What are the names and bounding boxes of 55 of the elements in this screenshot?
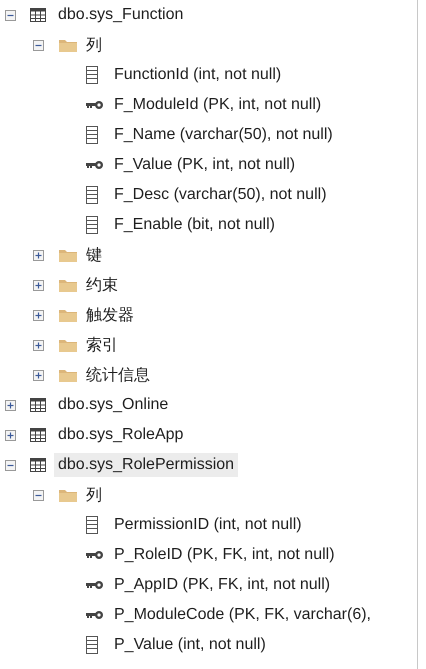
table-icon — [30, 427, 46, 443]
folder-icon — [58, 307, 78, 323]
key-icon — [86, 160, 104, 170]
column-icon — [86, 126, 98, 144]
expand-button[interactable] — [33, 250, 44, 260]
tree-item[interactable]: F_Name (varchar(50), not null) — [110, 123, 337, 147]
key-icon — [86, 610, 104, 620]
tree-item[interactable]: dbo.sys_RolePermission — [54, 453, 238, 477]
tree-item[interactable]: 触发器 — [82, 302, 138, 328]
tree-item[interactable]: P_Value (int, not null) — [110, 633, 270, 657]
folder-icon — [58, 337, 78, 353]
tree-item[interactable]: F_Enable (bit, not null) — [110, 213, 279, 237]
collapse-button[interactable] — [5, 10, 16, 20]
table-icon — [30, 457, 46, 473]
tree-item[interactable]: PermissionID (int, not null) — [110, 513, 306, 537]
expand-button[interactable] — [33, 280, 44, 290]
key-icon — [86, 580, 104, 590]
column-icon — [86, 636, 98, 654]
expand-button[interactable] — [33, 310, 44, 320]
tree-item[interactable]: P_RoleID (PK, FK, int, not null) — [110, 543, 339, 567]
key-icon — [86, 100, 104, 110]
collapse-button[interactable] — [33, 490, 44, 500]
expand-button[interactable] — [33, 340, 44, 350]
column-icon — [86, 216, 98, 234]
folder-icon — [58, 487, 78, 503]
collapse-button[interactable] — [5, 460, 16, 470]
tree-item[interactable]: FunctionId (int, not null) — [110, 63, 286, 87]
column-icon — [86, 186, 98, 204]
tree-item[interactable]: 列 — [82, 32, 106, 58]
column-icon — [86, 516, 98, 534]
tree-item[interactable]: dbo.sys_RoleApp — [54, 423, 188, 447]
table-icon — [30, 7, 46, 23]
tree-item[interactable]: 列 — [82, 482, 106, 508]
tree-item[interactable]: F_ModuleId (PK, int, not null) — [110, 93, 326, 117]
collapse-button[interactable] — [33, 40, 44, 50]
tree-item[interactable]: P_ModuleCode (PK, FK, varchar(6), — [110, 603, 375, 627]
tree-item[interactable]: 索引 — [82, 332, 122, 358]
tree-item[interactable]: 约束 — [82, 272, 122, 298]
tree-item[interactable]: dbo.sys_Online — [54, 393, 172, 417]
folder-icon — [58, 247, 78, 263]
expand-button[interactable] — [5, 400, 16, 410]
tree-item[interactable]: F_Desc (varchar(50), not null) — [110, 183, 331, 207]
expand-button[interactable] — [5, 430, 16, 440]
tree-item[interactable]: 统计信息 — [82, 362, 154, 388]
tree-item[interactable]: 键 — [82, 242, 106, 268]
folder-icon — [58, 37, 78, 53]
key-icon — [86, 550, 104, 560]
tree-item[interactable]: P_AppID (PK, FK, int, not null) — [110, 573, 334, 597]
expand-button[interactable] — [33, 370, 44, 380]
folder-icon — [58, 367, 78, 383]
table-icon — [30, 397, 46, 413]
tree-item[interactable]: F_Value (PK, int, not null) — [110, 153, 300, 177]
folder-icon — [58, 277, 78, 293]
tree-item[interactable]: dbo.sys_Function — [54, 3, 188, 27]
column-icon — [86, 66, 98, 84]
